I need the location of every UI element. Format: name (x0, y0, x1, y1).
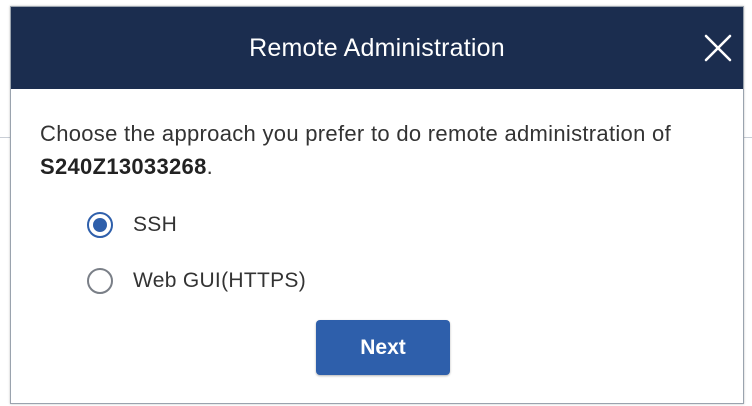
option-ssh[interactable]: SSH (87, 210, 743, 240)
remote-administration-dialog: Remote Administration Choose the approac… (10, 6, 744, 404)
dialog-header: Remote Administration (11, 7, 743, 89)
ssh-radio[interactable] (87, 212, 113, 238)
prompt-text: Choose the approach you prefer to do rem… (40, 117, 700, 183)
device-id: S240Z13033268 (40, 154, 207, 179)
approach-radio-group: SSH Web GUI(HTTPS) (87, 210, 743, 296)
dialog-title: Remote Administration (249, 33, 505, 62)
background-divider (0, 137, 10, 138)
web-gui-radio[interactable] (87, 268, 113, 294)
prompt-suffix: . (206, 154, 214, 179)
background-divider (744, 137, 752, 138)
page: Remote Administration Choose the approac… (0, 0, 752, 406)
dialog-body: Choose the approach you prefer to do rem… (11, 89, 743, 296)
close-icon[interactable] (701, 31, 735, 65)
option-web-gui[interactable]: Web GUI(HTTPS) (87, 266, 743, 296)
next-button[interactable]: Next (316, 320, 450, 375)
web-gui-label[interactable]: Web GUI(HTTPS) (133, 269, 306, 293)
radio-selected-dot (93, 218, 107, 232)
prompt-prefix: Choose the approach you prefer to do rem… (40, 121, 671, 146)
ssh-label[interactable]: SSH (133, 213, 177, 237)
